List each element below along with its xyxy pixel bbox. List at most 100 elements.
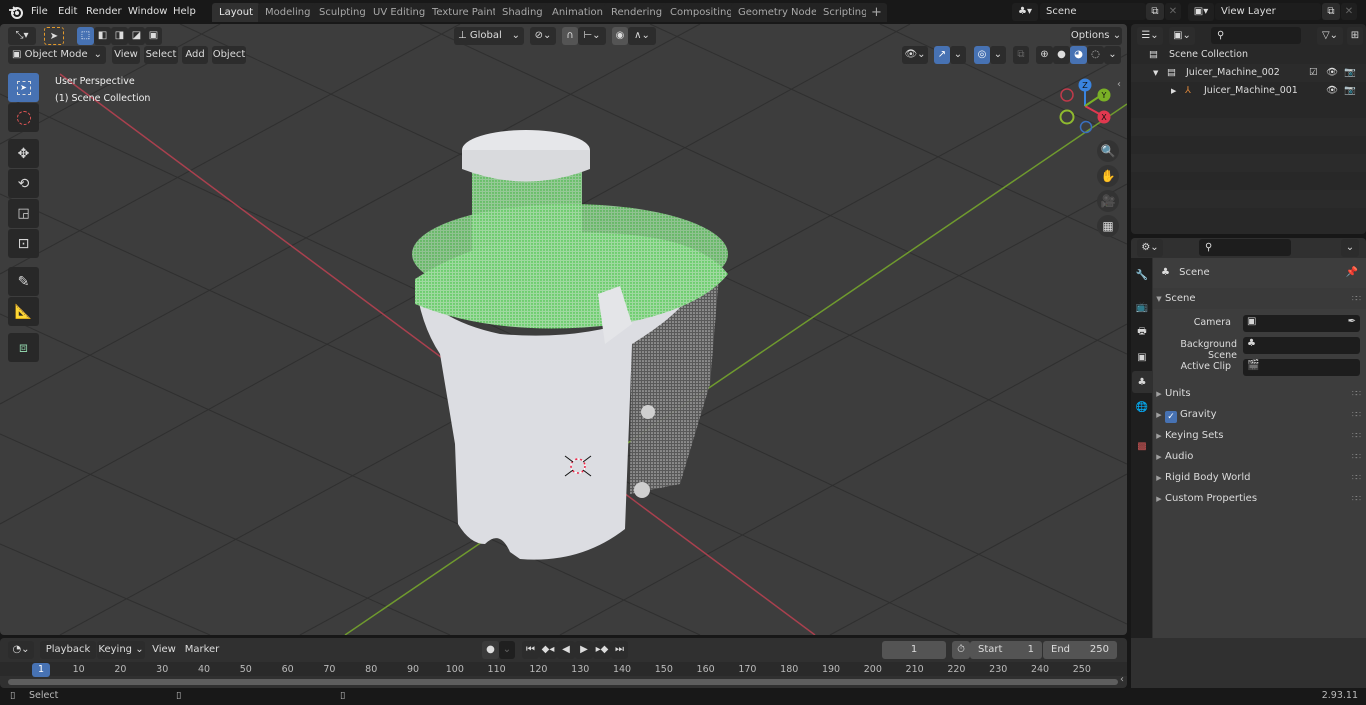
playback-dropdown[interactable]: Playback ⌄ bbox=[40, 641, 96, 673]
tool-select-box[interactable]: ➤ bbox=[8, 73, 39, 102]
new-scene-button[interactable]: ⧉ bbox=[1146, 3, 1164, 20]
select-mode-extend-button[interactable]: ◧ bbox=[94, 27, 111, 45]
tab-tool[interactable]: 🔧 bbox=[1132, 264, 1152, 286]
shading-solid-button[interactable]: ● bbox=[1053, 46, 1070, 64]
tab-texture[interactable]: ▩ bbox=[1132, 435, 1152, 457]
tab-output[interactable]: 🖶 bbox=[1132, 321, 1152, 343]
camera-render-icon[interactable]: 📷 bbox=[1344, 82, 1356, 100]
options-dropdown[interactable]: Options ⌄ bbox=[1070, 27, 1122, 45]
outliner-row[interactable]: ▶ ⅄ Juicer_Machine_001 👁 📷 bbox=[1131, 82, 1366, 100]
pan-view-button[interactable]: ✋ bbox=[1097, 165, 1119, 187]
editor-type-button[interactable]: ⤡▾ bbox=[8, 27, 36, 45]
tool-cursor-select-button[interactable]: ➤ bbox=[44, 27, 64, 45]
camera-field[interactable]: ▣ ✒ bbox=[1243, 315, 1360, 332]
outliner-row[interactable]: ▼ ▤ Juicer_Machine_002 ☑ 👁 📷 bbox=[1131, 64, 1366, 82]
pivot-point-dropdown[interactable]: ⊘⌄ bbox=[530, 27, 556, 45]
menu-object[interactable]: Object bbox=[212, 46, 246, 64]
expand-triangle-icon[interactable]: ▶ bbox=[1171, 82, 1176, 100]
proportional-editing-toggle[interactable]: ◉ bbox=[612, 27, 628, 45]
tab-shading[interactable]: Shading bbox=[495, 3, 550, 22]
next-keyframe-button[interactable]: ▸◆ bbox=[593, 641, 611, 659]
new-collection-button[interactable]: ⊞ bbox=[1347, 27, 1363, 45]
tab-view-layer[interactable]: ▣ bbox=[1132, 346, 1152, 368]
expand-triangle-icon[interactable]: ▼ bbox=[1153, 64, 1158, 82]
gizmo-options-dropdown[interactable]: ⌄ bbox=[950, 46, 966, 64]
zoom-view-button[interactable]: 🔍 bbox=[1097, 140, 1119, 162]
menu-add[interactable]: Add bbox=[182, 46, 208, 64]
tab-modeling[interactable]: Modeling bbox=[258, 3, 318, 22]
tool-annotate[interactable]: ✎ bbox=[8, 267, 39, 296]
panel-custom-properties-header[interactable]: ▶ Custom Properties ∷∷ bbox=[1153, 488, 1366, 509]
collapse-arrow-icon[interactable]: ‹ bbox=[1120, 674, 1124, 685]
panel-units-header[interactable]: ▶ Units ∷∷ bbox=[1153, 383, 1366, 404]
active-clip-field[interactable]: 🎬 bbox=[1243, 359, 1360, 376]
properties-search-input[interactable]: ⚲ bbox=[1199, 239, 1291, 256]
tab-rendering[interactable]: Rendering bbox=[604, 3, 670, 22]
timeline-editor-type-button[interactable]: ◔⌄ bbox=[8, 641, 34, 659]
gravity-checkbox[interactable]: ✓ bbox=[1165, 411, 1177, 423]
xray-toggle[interactable]: ⧉ bbox=[1013, 46, 1029, 64]
panel-audio-header[interactable]: ▶ Audio ∷∷ bbox=[1153, 446, 1366, 467]
play-reverse-button[interactable]: ◀ bbox=[557, 641, 575, 659]
eye-icon[interactable]: 👁 bbox=[1326, 82, 1338, 100]
outliner-row-scene-collection[interactable]: ▤ Scene Collection bbox=[1131, 46, 1366, 64]
show-gizmo-toggle[interactable]: ↗ bbox=[934, 46, 950, 64]
outliner-search-input[interactable]: ⚲ bbox=[1211, 27, 1301, 44]
frame-ruler[interactable]: 10 20 30 40 50 60 70 80 90 100 110 120 130 140 150 160 1… bbox=[0, 662, 1127, 676]
menu-file[interactable]: File bbox=[31, 4, 48, 20]
tab-render[interactable]: 📺 bbox=[1132, 296, 1152, 318]
filter-dropdown[interactable]: ▽⌄ bbox=[1317, 27, 1343, 45]
snap-toggle[interactable]: ∩ bbox=[562, 27, 578, 45]
shading-options-dropdown[interactable]: ⌄ bbox=[1104, 46, 1121, 64]
object-mode-dropdown[interactable]: ▣ Object Mode ⌄ bbox=[8, 46, 106, 64]
eye-icon[interactable]: 👁 bbox=[1326, 64, 1338, 82]
outliner-editor-type-button[interactable]: ☰⌄ bbox=[1137, 27, 1163, 45]
auto-keying-options[interactable]: ⌄ bbox=[499, 641, 515, 659]
tab-scene[interactable]: ♣ bbox=[1132, 371, 1152, 393]
select-mode-set-button[interactable]: ⬚ bbox=[77, 27, 94, 45]
drag-handle-icon[interactable]: ∷∷ bbox=[1352, 404, 1361, 425]
add-workspace-button[interactable]: + bbox=[866, 3, 887, 22]
delete-scene-button[interactable]: ✕ bbox=[1165, 3, 1181, 20]
menu-marker[interactable]: Marker bbox=[184, 641, 220, 659]
use-preview-range-toggle[interactable]: ⏱ bbox=[952, 641, 970, 659]
drag-handle-icon[interactable]: ∷∷ bbox=[1352, 446, 1361, 467]
jump-start-button[interactable]: ⏮ bbox=[522, 641, 539, 659]
display-mode-dropdown[interactable]: ▣⌄ bbox=[1169, 27, 1195, 45]
show-overlays-toggle[interactable]: ◎ bbox=[974, 46, 990, 64]
new-view-layer-button[interactable]: ⧉ bbox=[1322, 3, 1340, 20]
menu-edit[interactable]: Edit bbox=[58, 4, 77, 20]
tool-cursor[interactable] bbox=[8, 103, 39, 132]
current-frame-field[interactable]: 1 bbox=[882, 641, 946, 659]
menu-help[interactable]: Help bbox=[173, 4, 196, 20]
auto-keying-toggle[interactable]: ● bbox=[482, 641, 499, 659]
start-frame-field[interactable]: Start 1 bbox=[970, 641, 1042, 659]
timeline-scrollbar[interactable] bbox=[8, 679, 1118, 685]
menu-render[interactable]: Render bbox=[86, 4, 122, 20]
tab-sculpting[interactable]: Sculpting bbox=[312, 3, 373, 22]
select-mode-subtract-button[interactable]: ◨ bbox=[111, 27, 128, 45]
pin-icon[interactable]: 📌 bbox=[1346, 262, 1358, 283]
drag-handle-icon[interactable]: ∷∷ bbox=[1352, 488, 1361, 509]
drag-handle-icon[interactable]: ∷∷ bbox=[1352, 467, 1361, 488]
menu-window[interactable]: Window bbox=[128, 4, 167, 20]
end-frame-field[interactable]: End 250 bbox=[1043, 641, 1117, 659]
3d-viewport[interactable]: ⤡▾ ➤ ⬚ ◧ ◨ ◪ ▣ ⊥ Global ⌄ ⊘⌄ ∩ ⊢⌄ ◉ ∧⌄ Op… bbox=[0, 24, 1127, 635]
shading-rendered-button[interactable]: ◌ bbox=[1087, 46, 1104, 64]
select-mode-difference-button[interactable]: ◪ bbox=[128, 27, 145, 45]
tab-texture-paint[interactable]: Texture Paint bbox=[425, 3, 504, 22]
delete-view-layer-button[interactable]: ✕ bbox=[1341, 3, 1357, 20]
tab-compositing[interactable]: Compositing bbox=[663, 3, 740, 22]
tab-uv-editing[interactable]: UV Editing bbox=[366, 3, 433, 22]
shading-wireframe-button[interactable]: ⊕ bbox=[1036, 46, 1053, 64]
drag-handle-icon[interactable]: ∷∷ bbox=[1352, 383, 1361, 404]
camera-view-button[interactable]: 🎥 bbox=[1097, 190, 1119, 212]
tab-layout[interactable]: Layout bbox=[212, 3, 260, 22]
overlay-options-dropdown[interactable]: ⌄ bbox=[990, 46, 1006, 64]
scene-name-field[interactable]: Scene bbox=[1040, 3, 1146, 20]
menu-view[interactable]: View bbox=[150, 641, 178, 659]
properties-editor-type-button[interactable]: ⚙⌄ bbox=[1137, 239, 1163, 257]
transform-orientation-dropdown[interactable]: ⊥ Global ⌄ bbox=[454, 27, 524, 45]
panel-gravity-header[interactable]: ▶ ✓ Gravity ∷∷ bbox=[1153, 404, 1366, 425]
snap-target-dropdown[interactable]: ⊢⌄ bbox=[578, 27, 606, 45]
